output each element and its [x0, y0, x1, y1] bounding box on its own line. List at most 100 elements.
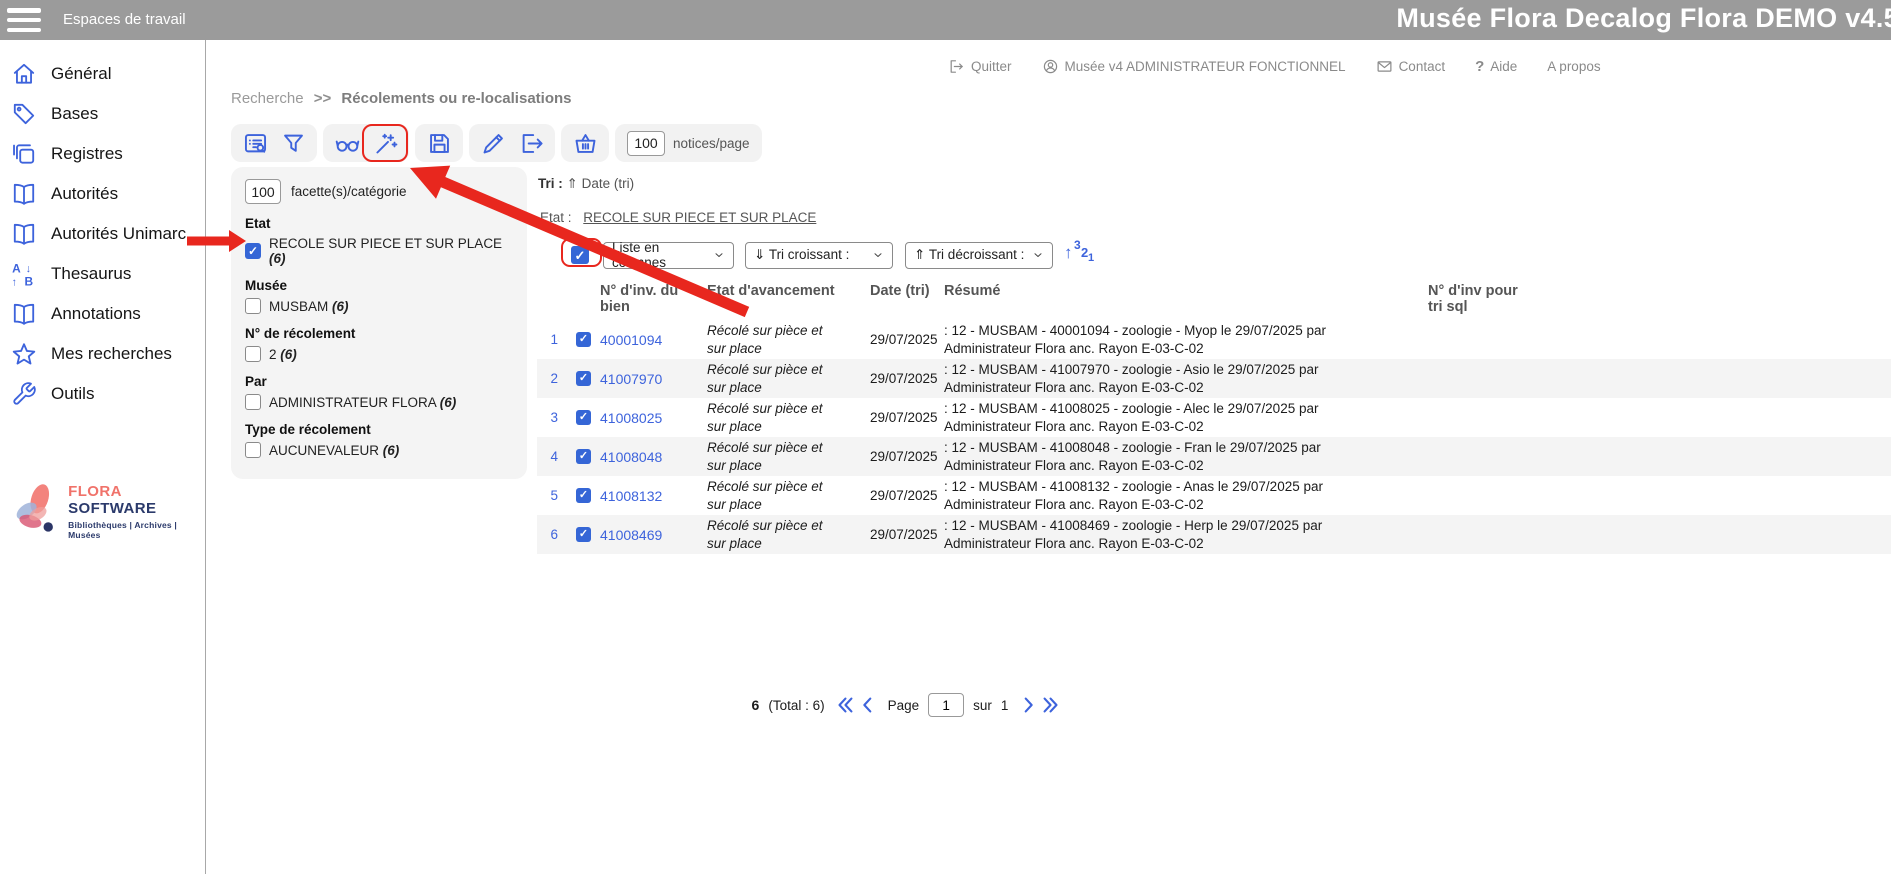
first-page-button[interactable] [834, 694, 856, 716]
magic-wand-button[interactable] [371, 129, 399, 157]
flora-flower-icon [6, 480, 64, 542]
next-page-button[interactable] [1017, 694, 1039, 716]
contact-button[interactable]: Contact [1376, 58, 1446, 75]
table-row: 3✓41008025Récolé sur pièce et sur place2… [537, 398, 1891, 437]
sort-ascending-select[interactable]: ⇓ Tri croissant : [745, 242, 893, 269]
last-page-button[interactable] [1040, 694, 1062, 716]
facet-checkbox[interactable] [245, 346, 261, 362]
breadcrumb: Recherche >> Récolements ou re-localisat… [231, 90, 572, 107]
row-checkbox[interactable]: ✓ [576, 449, 591, 464]
help-button[interactable]: ? Aide [1475, 58, 1517, 75]
svg-text:↑: ↑ [12, 276, 17, 287]
row-etat: Récolé sur pièce et sur place [707, 361, 870, 396]
inventory-number-link[interactable]: 41008132 [600, 488, 707, 504]
sort-field: Date (tri) [582, 176, 635, 191]
inventory-number-link[interactable]: 41008469 [600, 527, 707, 543]
sidebar-item-general[interactable]: Général [0, 54, 205, 94]
toolbar: notices/page [231, 124, 762, 162]
facet-option-count: (6) [280, 347, 297, 362]
inventory-number-link[interactable]: 41008025 [600, 410, 707, 426]
view-button[interactable] [333, 129, 361, 157]
facet-option-label[interactable]: MUSBAM (6) [269, 299, 349, 314]
sidebar-item-autorites[interactable]: Autorités [0, 174, 205, 214]
row-checkbox[interactable]: ✓ [576, 332, 591, 347]
sidebar-item-outils[interactable]: Outils [0, 374, 205, 414]
save-button[interactable] [425, 129, 453, 157]
facet-group-title: Type de récolement [245, 422, 513, 437]
edit-button[interactable] [479, 129, 507, 157]
chevron-down-icon [872, 249, 884, 261]
sidebar-item-autorites-unimarc[interactable]: Autorités Unimarc [0, 214, 205, 254]
sidebar-item-registres[interactable]: Registres [0, 134, 205, 174]
facet-option: 2 (6) [245, 346, 513, 362]
view-mode-select[interactable]: Liste en colonnes [603, 242, 734, 269]
facet-option-label[interactable]: RECOLE SUR PIECE ET SUR PLACE (6) [269, 236, 513, 266]
open-book-icon [11, 301, 37, 327]
etat-filter-link[interactable]: RECOLE SUR PIECE ET SUR PLACE [583, 210, 816, 225]
export-button[interactable] [517, 129, 545, 157]
notices-per-page-group: notices/page [615, 124, 762, 162]
basket-button[interactable] [571, 129, 599, 157]
utility-bar: Quitter Musée v4 ADMINISTRATEUR FONCTION… [948, 58, 1601, 75]
row-index: 2 [537, 371, 570, 386]
notices-per-page-input[interactable] [627, 131, 665, 156]
row-date: 29/07/2025 [870, 527, 944, 542]
svg-text:B: B [25, 274, 34, 287]
facet-option: ADMINISTRATEUR FLORA (6) [245, 394, 513, 410]
table-header: N° d'inv. du bien Etat d'avancement Date… [537, 283, 1891, 315]
row-date: 29/07/2025 [870, 410, 944, 425]
row-checkbox[interactable]: ✓ [576, 410, 591, 425]
row-date: 29/07/2025 [870, 449, 944, 464]
workspace-label[interactable]: Espaces de travail [63, 11, 186, 28]
etat-filter-summary: Etat : RECOLE SUR PIECE ET SUR PLACE [540, 210, 816, 225]
previous-page-button[interactable] [857, 694, 879, 716]
facet-option-label[interactable]: ADMINISTRATEUR FLORA (6) [269, 395, 456, 410]
facet-option-label[interactable]: 2 (6) [269, 347, 297, 362]
display-format-button[interactable] [241, 129, 269, 157]
facet-checkbox[interactable] [245, 298, 261, 314]
sidebar-item-thesaurus[interactable]: A↓↑BThesaurus [0, 254, 205, 294]
breadcrumb-separator: >> [314, 90, 332, 107]
flora-software-logo: FLORA SOFTWARE Bibliothèques | Archives … [6, 480, 205, 542]
sidebar-item-annotations[interactable]: Annotations [0, 294, 205, 334]
hamburger-menu-icon[interactable] [7, 8, 41, 32]
sidebar-item-label: Autorités [51, 184, 118, 204]
facet-checkbox[interactable]: ✓ [245, 243, 261, 259]
inventory-number-link[interactable]: 41007970 [600, 371, 707, 387]
row-index: 4 [537, 449, 570, 464]
facet-checkbox[interactable] [245, 394, 261, 410]
breadcrumb-section: Recherche [231, 90, 304, 107]
sidebar-item-mes-recherches[interactable]: Mes recherches [0, 334, 205, 374]
facet-option-label[interactable]: AUCUNEVALEUR (6) [269, 443, 399, 458]
column-header-inv: N° d'inv. du bien [600, 283, 707, 315]
sort-numeric-icon[interactable]: 321↑ [1065, 241, 1091, 269]
sort-descending-select[interactable]: ⇑ Tri décroissant : [905, 242, 1053, 269]
result-count: 6 [752, 697, 760, 713]
copies-icon [11, 141, 37, 167]
row-etat: Récolé sur pièce et sur place [707, 478, 870, 513]
sidebar-nav: Général BasesRegistres Autorités Autorités … [0, 40, 205, 414]
user-account[interactable]: Musée v4 ADMINISTRATEUR FONCTIONNEL [1042, 58, 1346, 75]
sidebar-item-label: Général [51, 64, 111, 84]
filter-button[interactable] [279, 129, 307, 157]
row-checkbox[interactable]: ✓ [576, 527, 591, 542]
row-checkbox[interactable]: ✓ [576, 371, 591, 386]
inventory-number-link[interactable]: 40001094 [600, 332, 707, 348]
page-input[interactable] [928, 693, 964, 717]
quit-button[interactable]: Quitter [948, 58, 1012, 75]
magic-wand-icon [372, 130, 399, 157]
column-header-etat: Etat d'avancement [707, 283, 870, 315]
select-all-checkbox[interactable]: ✓ [571, 246, 589, 264]
about-button[interactable]: A propos [1547, 59, 1600, 74]
facet-option-count: (6) [332, 299, 349, 314]
inventory-number-link[interactable]: 41008048 [600, 449, 707, 465]
sidebar-item-bases[interactable]: Bases [0, 94, 205, 134]
filter-icon [280, 130, 307, 157]
facet-option: AUCUNEVALEUR (6) [245, 442, 513, 458]
svg-text:↓: ↓ [26, 263, 31, 275]
facet-option-count: (6) [440, 395, 457, 410]
row-checkbox[interactable]: ✓ [576, 488, 591, 503]
facet-count-input[interactable] [245, 179, 281, 204]
facet-checkbox[interactable] [245, 442, 261, 458]
facet-group-title: N° de récolement [245, 326, 513, 341]
